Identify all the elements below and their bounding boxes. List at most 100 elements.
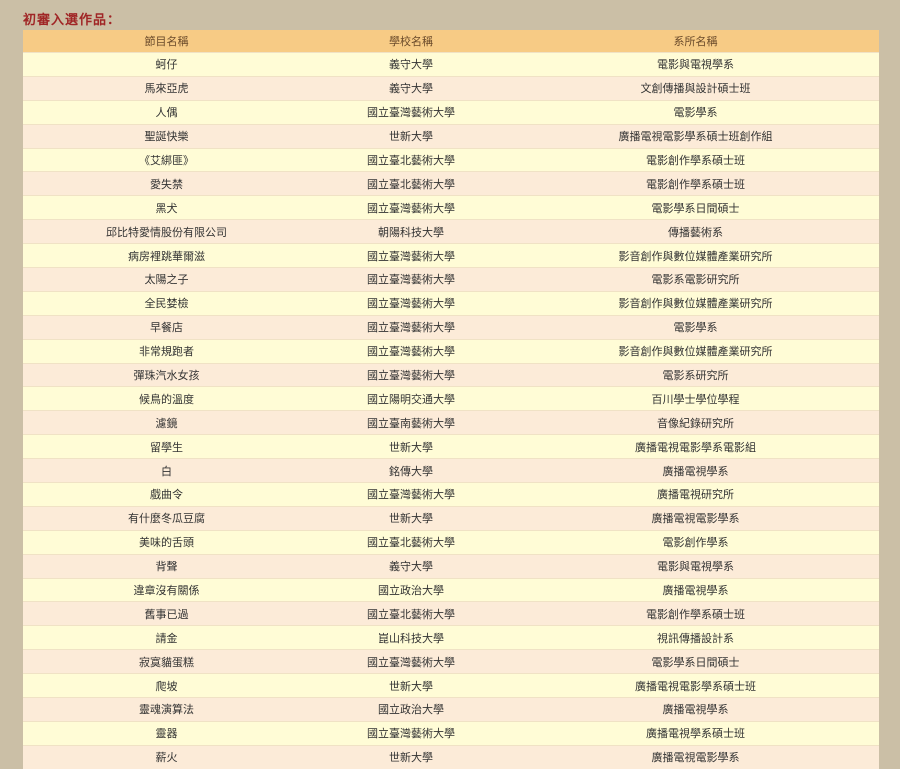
school-name-cell: 世新大學	[310, 123, 512, 149]
table-row: 聖誕快樂 世新大學 廣播電視電影學系碩士班創作組	[23, 123, 879, 149]
school-name-cell: 國立臺灣藝術大學	[310, 267, 512, 292]
table-row: 違章沒有關係 國立政治大學 廣播電視學系	[23, 577, 879, 602]
program-title-cell: 白	[23, 458, 310, 483]
program-title-cell: 非常規跑者	[23, 338, 310, 364]
program-title-cell: 早餐店	[23, 314, 310, 340]
program-title-cell: 背聲	[23, 553, 310, 579]
program-title-cell: 薪火	[23, 744, 310, 769]
school-name-cell: 世新大學	[310, 434, 512, 459]
program-title-cell: 病房裡跳華爾滋	[23, 243, 310, 268]
school-name-cell: 國立臺灣藝術大學	[310, 362, 512, 387]
table-row: 有什麼冬瓜豆腐 世新大學 廣播電視電影學系	[23, 505, 879, 531]
program-title-cell: 留學生	[23, 434, 310, 459]
school-name-cell: 國立臺北藝術大學	[310, 147, 512, 172]
program-title-cell: 爬坡	[23, 673, 310, 698]
program-title-cell: 《艾綁匪》	[23, 147, 310, 172]
school-name-cell: 國立臺灣藝術大學	[310, 290, 512, 316]
department-name-cell: 文創傳播與設計碩士班	[512, 75, 879, 101]
department-name-cell: 電影學系	[512, 314, 879, 340]
department-name-cell: 影音創作與數位媒體產業研究所	[512, 338, 879, 364]
school-name-cell: 國立陽明交通大學	[310, 386, 512, 411]
school-name-cell: 國立臺南藝術大學	[310, 410, 512, 435]
school-name-cell: 義守大學	[310, 52, 512, 77]
department-name-cell: 電影系研究所	[512, 362, 879, 387]
program-title-cell: 全民婪檢	[23, 290, 310, 316]
school-name-cell: 義守大學	[310, 75, 512, 101]
school-name-cell: 義守大學	[310, 553, 512, 579]
department-name-cell: 影音創作與數位媒體產業研究所	[512, 290, 879, 316]
school-name-cell: 國立臺灣藝術大學	[310, 243, 512, 268]
table-row: 《艾綁匪》 國立臺北藝術大學 電影創作學系碩士班	[23, 147, 879, 172]
department-name-cell: 電影與電視學系	[512, 553, 879, 579]
department-name-cell: 電影學系日間碩士	[512, 649, 879, 674]
table-row: 戲曲令 國立臺灣藝術大學 廣播電視研究所	[23, 482, 879, 507]
program-title-cell: 人偶	[23, 99, 310, 125]
table-row: 白銘傳大學 廣播電視學系	[23, 458, 879, 483]
header-program-title: 節目名稱	[23, 30, 310, 53]
program-title-cell: 違章沒有關係	[23, 577, 310, 602]
program-title-cell: 美味的舌頭	[23, 529, 310, 555]
program-title-cell: 舊事已過	[23, 601, 310, 626]
program-title-cell: 濾鏡	[23, 410, 310, 435]
program-title-cell: 靈魂演算法	[23, 697, 310, 722]
department-name-cell: 電影創作學系	[512, 529, 879, 555]
program-title-cell: 有什麼冬瓜豆腐	[23, 505, 310, 531]
table-row: 候鳥的溫度 國立陽明交通大學 百川學士學位學程	[23, 386, 879, 411]
department-name-cell: 影音創作與數位媒體產業研究所	[512, 243, 879, 268]
department-name-cell: 百川學士學位學程	[512, 386, 879, 411]
department-name-cell: 廣播電視電影學系	[512, 744, 879, 769]
department-name-cell: 傳播藝術系	[512, 219, 879, 244]
school-name-cell: 國立臺灣藝術大學	[310, 482, 512, 507]
department-name-cell: 電影系電影研究所	[512, 267, 879, 292]
school-name-cell: 國立臺灣藝術大學	[310, 99, 512, 125]
table-row: 愛失禁 國立臺北藝術大學 電影創作學系碩士班	[23, 171, 879, 196]
table-row: 人偶 國立臺灣藝術大學 電影學系	[23, 99, 879, 125]
program-title-cell: 候鳥的溫度	[23, 386, 310, 411]
department-name-cell: 電影創作學系碩士班	[512, 171, 879, 196]
school-name-cell: 國立臺北藝術大學	[310, 171, 512, 196]
program-title-cell: 戲曲令	[23, 482, 310, 507]
school-name-cell: 國立臺灣藝術大學	[310, 720, 512, 746]
table-row: 彈珠汽水女孩 國立臺灣藝術大學 電影系研究所	[23, 362, 879, 387]
school-name-cell: 朝陽科技大學	[310, 219, 512, 244]
department-name-cell: 電影創作學系碩士班	[512, 601, 879, 626]
department-name-cell: 電影創作學系碩士班	[512, 147, 879, 172]
table-row: 舊事已過 國立臺北藝術大學 電影創作學系碩士班	[23, 601, 879, 626]
table-row: 請金 崑山科技大學 視訊傳播設計系	[23, 625, 879, 650]
school-name-cell: 國立臺灣藝術大學	[310, 338, 512, 364]
department-name-cell: 廣播電視學系	[512, 697, 879, 722]
school-name-cell: 國立臺灣藝術大學	[310, 314, 512, 340]
program-title-cell: 蚵仔	[23, 52, 310, 77]
department-name-cell: 廣播電視電影學系電影組	[512, 434, 879, 459]
table-row: 薪火 世新大學 廣播電視電影學系	[23, 744, 879, 769]
table-row: 背聲 義守大學 電影與電視學系	[23, 553, 879, 579]
table-row: 全民婪檢 國立臺灣藝術大學 影音創作與數位媒體產業研究所	[23, 290, 879, 316]
table-header-row: 節目名稱 學校名稱 系所名稱	[23, 30, 879, 53]
school-name-cell: 世新大學	[310, 744, 512, 769]
school-name-cell: 國立臺灣藝術大學	[310, 195, 512, 220]
program-title-cell: 聖誕快樂	[23, 123, 310, 149]
program-title-cell: 寂寞貓蛋糕	[23, 649, 310, 674]
table-row: 寂寞貓蛋糕 國立臺灣藝術大學 電影學系日間碩士	[23, 649, 879, 674]
department-name-cell: 廣播電視研究所	[512, 482, 879, 507]
table-row: 蚵仔 義守大學 電影與電視學系	[23, 52, 879, 77]
table-row: 美味的舌頭 國立臺北藝術大學 電影創作學系	[23, 529, 879, 555]
program-title-cell: 請金	[23, 625, 310, 650]
school-name-cell: 崑山科技大學	[310, 625, 512, 650]
department-name-cell: 廣播電視學系碩士班	[512, 720, 879, 746]
program-title-cell: 黑犬	[23, 195, 310, 220]
page-title: 初審入選作品：	[23, 13, 122, 28]
table-row: 馬來亞虎 義守大學 文創傳播與設計碩士班	[23, 75, 879, 101]
school-name-cell: 國立政治大學	[310, 577, 512, 602]
results-table: 節目名稱 學校名稱 系所名稱 蚵仔 義守大學 電影與電視學系 馬來亞虎 義守大學 文創傳播…	[23, 30, 879, 769]
program-title-cell: 邱比特愛情股份有限公司	[23, 219, 310, 244]
department-name-cell: 廣播電視電影學系	[512, 505, 879, 531]
program-title-cell: 愛失禁	[23, 171, 310, 196]
table-row: 太陽之子 國立臺灣藝術大學 電影系電影研究所	[23, 267, 879, 292]
department-name-cell: 視訊傳播設計系	[512, 625, 879, 650]
department-name-cell: 電影學系	[512, 99, 879, 125]
table-row: 爬坡 世新大學 廣播電視電影學系碩士班	[23, 673, 879, 698]
department-name-cell: 廣播電視電影學系碩士班	[512, 673, 879, 698]
program-title-cell: 太陽之子	[23, 267, 310, 292]
header-department-name: 系所名稱	[512, 30, 879, 53]
